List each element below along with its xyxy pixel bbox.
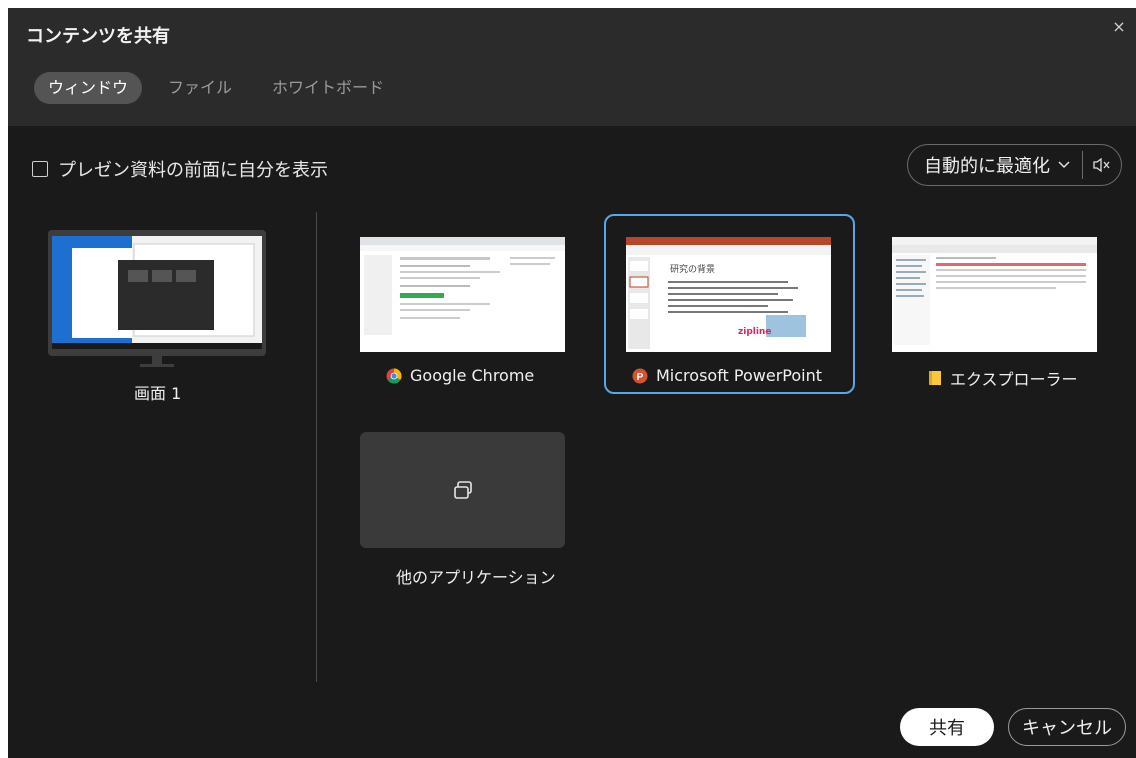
- column-divider: [316, 212, 317, 682]
- powerpoint-icon: P: [632, 368, 648, 383]
- share-button[interactable]: 共有: [900, 708, 994, 746]
- powerpoint-label: Microsoft PowerPoint: [656, 366, 822, 385]
- slide-heading: 研究の背景: [670, 265, 716, 275]
- windows-stack-icon: [453, 481, 472, 499]
- powerpoint-label-row: P Microsoft PowerPoint: [632, 366, 822, 385]
- share-content-dialog: コンテンツを共有 × ウィンドウ ファイル ホワイトボード プレゼン資料の前面に…: [8, 8, 1136, 758]
- explorer-thumbnail: [892, 237, 1097, 352]
- cancel-button[interactable]: キャンセル: [1008, 708, 1126, 746]
- optimize-dropdown[interactable]: 自動的に最適化: [908, 145, 1082, 185]
- screen-1-label: 画面 1: [134, 384, 182, 403]
- optimize-controls: 自動的に最適化: [907, 144, 1122, 186]
- tab-bar: ウィンドウ ファイル ホワイトボード: [34, 72, 398, 104]
- dialog-header: コンテンツを共有 × ウィンドウ ファイル ホワイトボード: [8, 8, 1136, 126]
- monitor-icon: [48, 230, 266, 367]
- explorer-label-row: エクスプローラー: [928, 366, 1078, 390]
- slide-logo-text: zipline: [738, 327, 772, 337]
- speaker-mute-icon[interactable]: [1083, 145, 1121, 185]
- chrome-label-row: Google Chrome: [386, 366, 534, 385]
- presenter-checkbox[interactable]: [32, 161, 48, 177]
- other-apps-label: 他のアプリケーション: [396, 568, 556, 587]
- explorer-label: エクスプローラー: [950, 370, 1078, 389]
- close-icon[interactable]: ×: [1108, 16, 1130, 38]
- tab-window[interactable]: ウィンドウ: [34, 72, 143, 104]
- chrome-thumbnail: [360, 237, 565, 352]
- chrome-label: Google Chrome: [410, 366, 535, 385]
- tab-file[interactable]: ファイル: [154, 72, 246, 104]
- chrome-icon: [386, 368, 402, 384]
- presenter-label: プレゼン資料の前面に自分を表示: [58, 160, 328, 181]
- chevron-down-icon: [1058, 161, 1070, 169]
- other-apps-tile[interactable]: [360, 432, 565, 548]
- presenter-option[interactable]: プレゼン資料の前面に自分を表示: [32, 156, 328, 182]
- folder-icon: [929, 371, 941, 385]
- dialog-title: コンテンツを共有: [26, 26, 170, 47]
- svg-text:P: P: [637, 372, 644, 383]
- powerpoint-thumbnail: 研究の背景 zipline: [626, 237, 831, 352]
- optimize-label: 自動的に最適化: [924, 156, 1050, 177]
- tab-whiteboard[interactable]: ホワイトボード: [258, 72, 398, 104]
